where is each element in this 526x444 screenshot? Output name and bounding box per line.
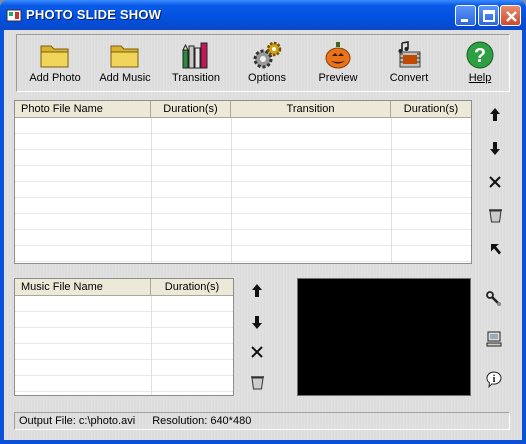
photo-list-header: Photo File Name Duration(s) Transition D… bbox=[15, 101, 471, 118]
trash-icon bbox=[251, 376, 264, 390]
close-button[interactable] bbox=[500, 5, 521, 26]
minimize-button[interactable] bbox=[455, 5, 476, 26]
minimize-icon bbox=[461, 19, 468, 22]
trash-icon bbox=[489, 209, 502, 223]
column-header-photo-file-name[interactable]: Photo File Name bbox=[15, 101, 151, 117]
column-divider bbox=[151, 118, 152, 263]
music-move-down-button[interactable] bbox=[247, 312, 267, 332]
svg-text:?: ? bbox=[474, 45, 486, 67]
pointer-icon bbox=[491, 244, 501, 255]
photo-select-button[interactable] bbox=[485, 239, 505, 259]
add-music-button[interactable]: Add Music bbox=[90, 37, 160, 91]
pencils-icon bbox=[182, 42, 208, 69]
convert-button[interactable]: Convert bbox=[374, 37, 444, 91]
client-area: Add Photo Add Music Transition Options P… bbox=[4, 30, 522, 440]
column-divider bbox=[151, 296, 152, 395]
svg-text:i: i bbox=[493, 374, 496, 385]
options-label: Options bbox=[248, 72, 286, 84]
output-file-text: Output File: c:\photo.avi bbox=[19, 415, 136, 427]
photo-list[interactable]: Photo File Name Duration(s) Transition D… bbox=[14, 100, 472, 264]
preview-computer-button[interactable] bbox=[484, 329, 504, 349]
help-label: Help bbox=[468, 72, 492, 84]
folder-icon bbox=[110, 45, 139, 68]
app-icon bbox=[6, 9, 22, 22]
photo-clear-button[interactable] bbox=[485, 205, 505, 225]
music-move-up-button[interactable] bbox=[247, 281, 267, 301]
delete-icon bbox=[489, 176, 501, 188]
preview-button[interactable]: Preview bbox=[303, 37, 373, 91]
status-bar: Output File: c:\photo.avi Resolution: 64… bbox=[14, 412, 510, 430]
photo-move-up-button[interactable] bbox=[485, 105, 505, 125]
computer-icon bbox=[486, 331, 502, 347]
column-header-music-file-name[interactable]: Music File Name bbox=[15, 279, 151, 295]
title-bar[interactable]: PHOTO SLIDE SHOW bbox=[0, 0, 526, 30]
options-button[interactable]: Options bbox=[232, 37, 302, 91]
close-icon bbox=[506, 11, 517, 22]
music-delete-button[interactable] bbox=[247, 342, 267, 362]
add-photo-label: Add Photo bbox=[29, 72, 81, 84]
preview-info-button[interactable]: i bbox=[484, 369, 504, 389]
convert-label: Convert bbox=[389, 72, 429, 84]
film-music-icon bbox=[398, 41, 421, 68]
down-arrow-icon bbox=[252, 316, 262, 329]
info-icon: i bbox=[486, 371, 502, 389]
photo-list-rows bbox=[15, 118, 471, 263]
transition-label: Transition bbox=[172, 72, 220, 84]
photo-move-down-button[interactable] bbox=[485, 138, 505, 158]
preview-screen bbox=[297, 278, 471, 396]
column-header-photo-duration[interactable]: Duration(s) bbox=[151, 101, 231, 117]
delete-icon bbox=[251, 346, 263, 358]
down-arrow-icon bbox=[490, 142, 500, 155]
transition-button[interactable]: Transition bbox=[161, 37, 231, 91]
tools-icon bbox=[486, 291, 501, 306]
music-list-header: Music File Name Duration(s) bbox=[15, 279, 233, 296]
column-header-transition[interactable]: Transition bbox=[231, 101, 391, 117]
preview-tools-button[interactable] bbox=[484, 289, 504, 309]
gears-icon bbox=[253, 41, 282, 69]
question-icon: ? bbox=[466, 41, 494, 69]
up-arrow-icon bbox=[252, 284, 262, 297]
column-header-music-duration[interactable]: Duration(s) bbox=[151, 279, 233, 295]
add-music-label: Add Music bbox=[99, 72, 151, 84]
resolution-text: Resolution: 640*480 bbox=[152, 415, 252, 427]
music-list-rows bbox=[15, 296, 233, 395]
toolbar: Add Photo Add Music Transition Options P… bbox=[16, 34, 510, 92]
preview-label: Preview bbox=[318, 72, 358, 84]
add-photo-button[interactable]: Add Photo bbox=[20, 37, 90, 91]
column-divider bbox=[231, 118, 232, 263]
up-arrow-icon bbox=[490, 108, 500, 121]
music-clear-button[interactable] bbox=[247, 372, 267, 392]
photo-delete-button[interactable] bbox=[485, 172, 505, 192]
pumpkin-icon bbox=[325, 42, 351, 69]
window-title: PHOTO SLIDE SHOW bbox=[26, 7, 162, 22]
maximize-icon bbox=[483, 10, 495, 22]
column-header-transition-duration[interactable]: Duration(s) bbox=[391, 101, 471, 117]
maximize-button[interactable] bbox=[478, 5, 499, 26]
help-button[interactable]: ? Help bbox=[445, 37, 515, 91]
app-window: PHOTO SLIDE SHOW Add Photo Add Music Tra… bbox=[0, 0, 526, 444]
column-divider bbox=[391, 118, 392, 263]
folder-icon bbox=[40, 45, 69, 68]
music-list[interactable]: Music File Name Duration(s) bbox=[14, 278, 234, 396]
